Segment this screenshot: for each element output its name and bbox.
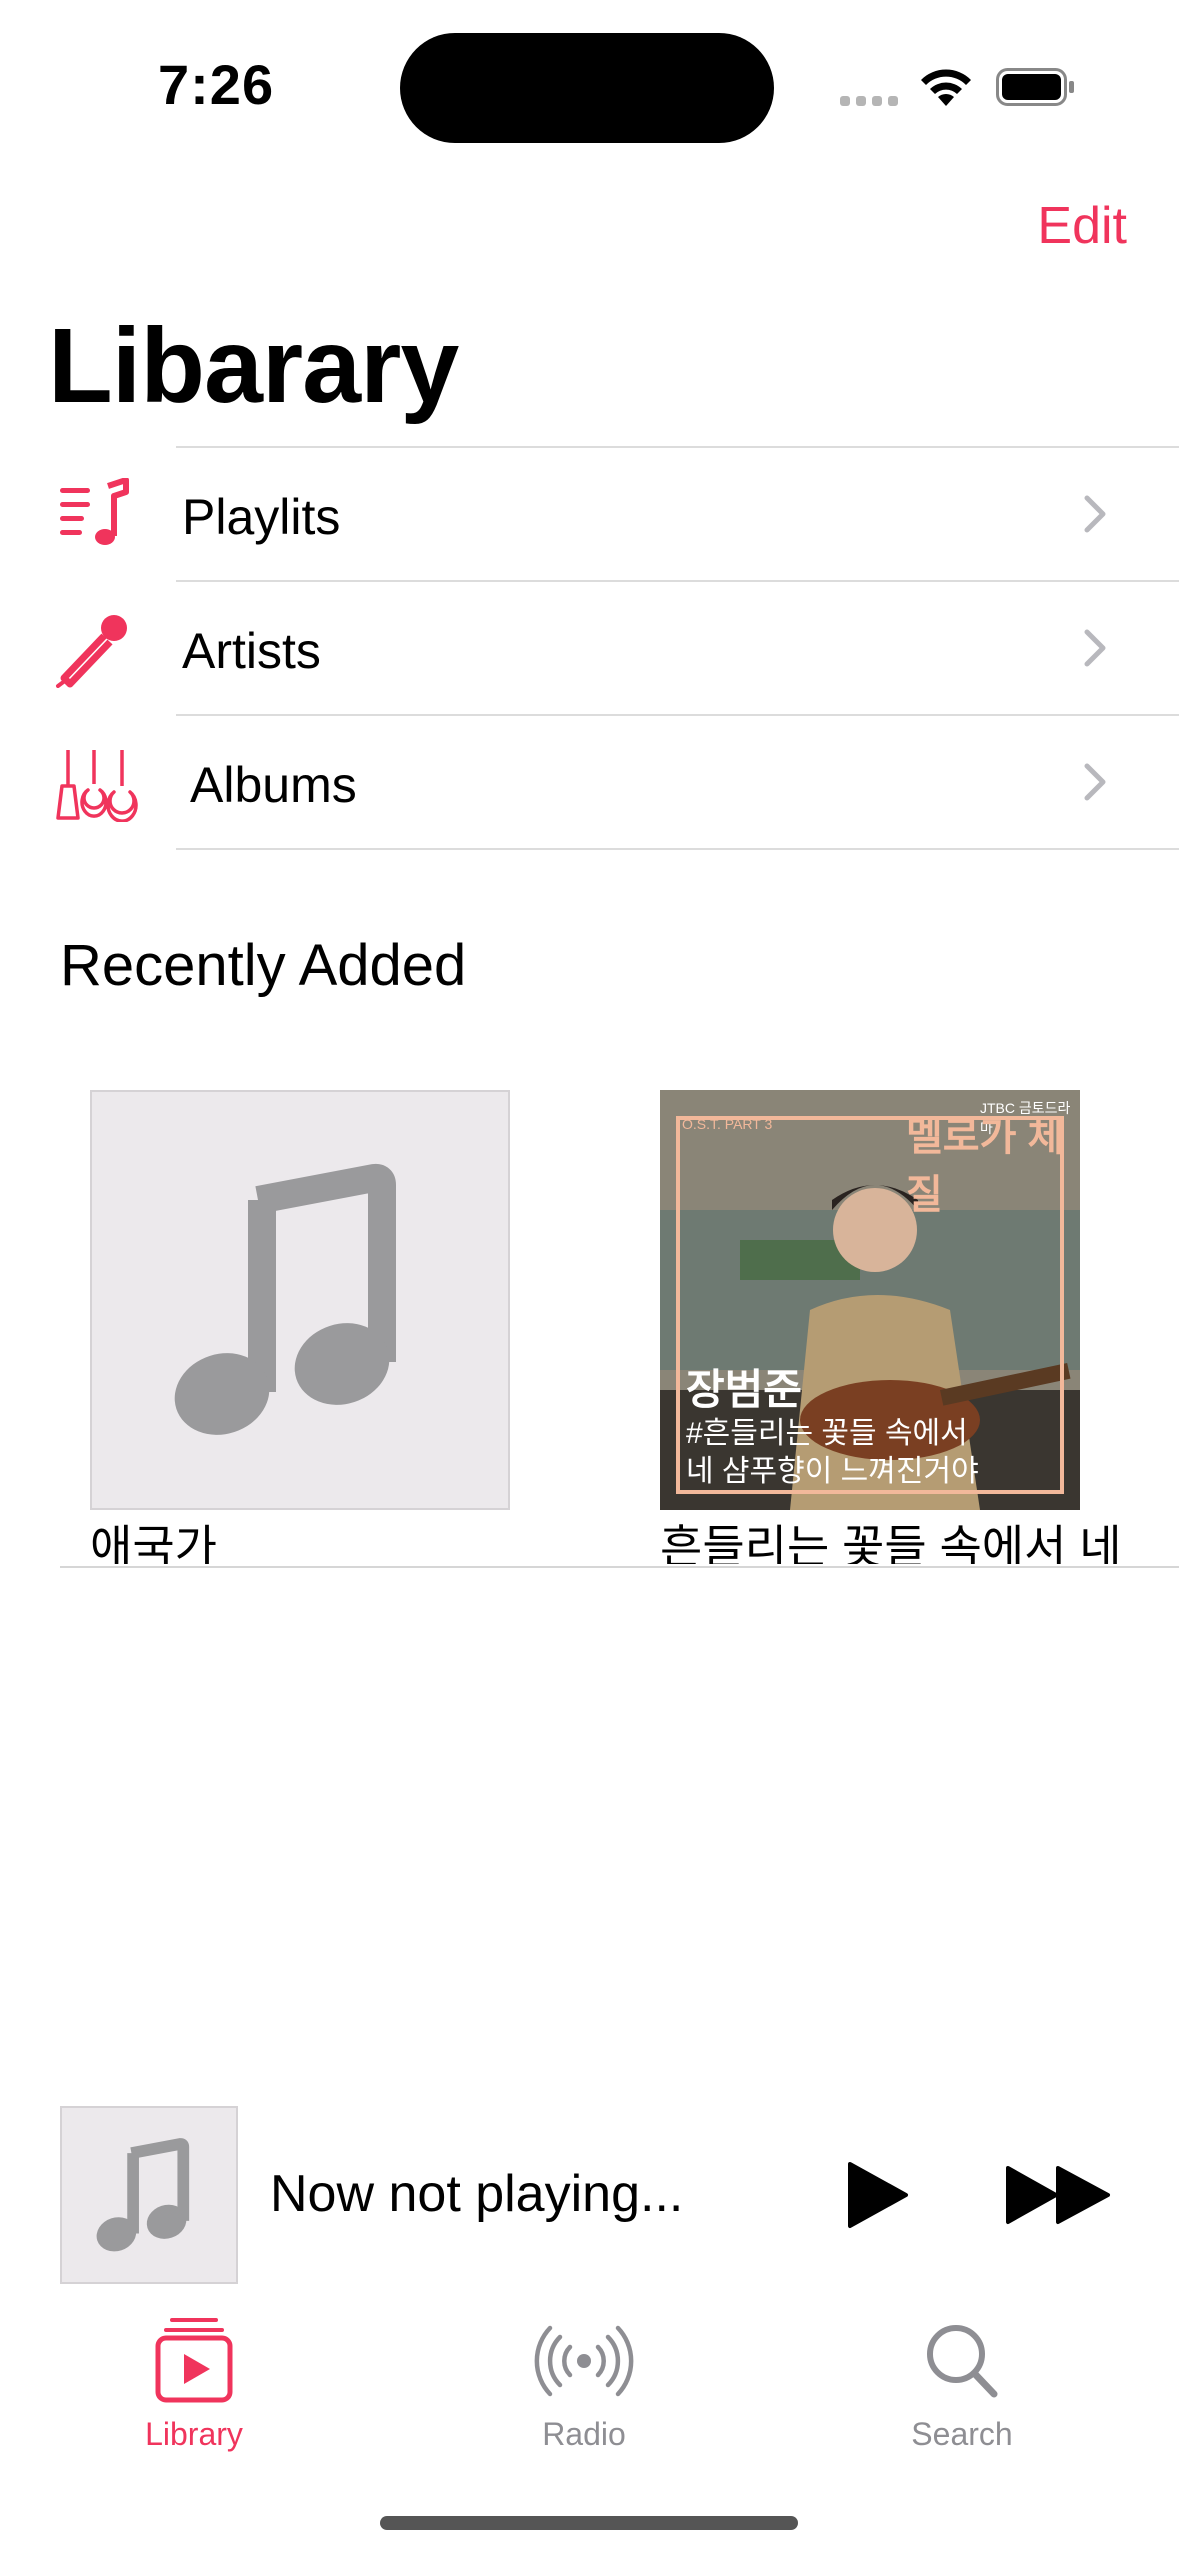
chevron-right-icon <box>1084 629 1106 667</box>
tab-radio[interactable]: Radio <box>484 2316 684 2452</box>
section-title-recently-added: Recently Added <box>60 933 467 998</box>
search-icon <box>927 2325 998 2398</box>
cover-part: O.S.T. PART 3 <box>682 1116 773 1132</box>
row-label: Albums <box>190 757 357 813</box>
cover-show-title: 멜로가 체질 <box>906 1115 1065 1217</box>
status-time: 7:26 <box>158 53 275 116</box>
microphone-icon <box>56 615 127 688</box>
row-label: Playlits <box>182 489 341 545</box>
library-row-albums[interactable]: Albums <box>0 716 1179 850</box>
library-row-artists[interactable]: Artists <box>0 582 1179 716</box>
tab-label: Search <box>911 2416 1013 2452</box>
album-title[interactable]: 흔들리는 꽃들 속에서 네 <box>660 1514 1160 1564</box>
section-divider <box>60 1566 1179 1568</box>
chevron-right-icon <box>1084 763 1106 801</box>
radio-icon <box>534 2325 634 2397</box>
tab-label: Library <box>145 2416 243 2452</box>
fast-forward-button[interactable] <box>1004 2164 1114 2226</box>
row-label: Artists <box>182 623 321 679</box>
album-artwork-placeholder[interactable] <box>90 1090 510 1510</box>
cover-song-line2: 네 샴푸향이 느껴진거야 <box>686 1455 979 1488</box>
wifi-icon <box>921 69 971 106</box>
music-note-icon <box>96 2138 190 2252</box>
album-artwork-cover[interactable]: JTBC 금토드라마 O.S.T. PART 3 멜로가 체질 장범준 #흔들리… <box>660 1090 1080 1510</box>
play-button[interactable] <box>846 2160 910 2230</box>
chevron-right-icon <box>1084 495 1106 533</box>
playlist-icon <box>60 478 129 545</box>
guitars-icon <box>56 750 138 822</box>
home-indicator[interactable] <box>380 2516 798 2530</box>
cellular-signal-icon <box>840 96 898 106</box>
tab-label: Radio <box>542 2416 626 2452</box>
music-note-icon <box>174 1163 396 1435</box>
library-row-playlists[interactable]: Playlits <box>0 448 1179 582</box>
album-title[interactable]: 애국가 <box>90 1514 217 1564</box>
dynamic-island <box>400 33 774 143</box>
battery-icon <box>996 68 1074 106</box>
edit-button[interactable]: Edit <box>1037 196 1127 256</box>
library-icon <box>155 2318 233 2403</box>
tab-library[interactable]: Library <box>94 2316 294 2452</box>
row-divider <box>176 848 1179 850</box>
page-title: Libarary <box>48 307 459 425</box>
mini-player-artwork[interactable] <box>60 2106 238 2284</box>
now-playing-status: Now not playing... <box>270 2165 684 2223</box>
tab-search[interactable]: Search <box>862 2316 1062 2452</box>
